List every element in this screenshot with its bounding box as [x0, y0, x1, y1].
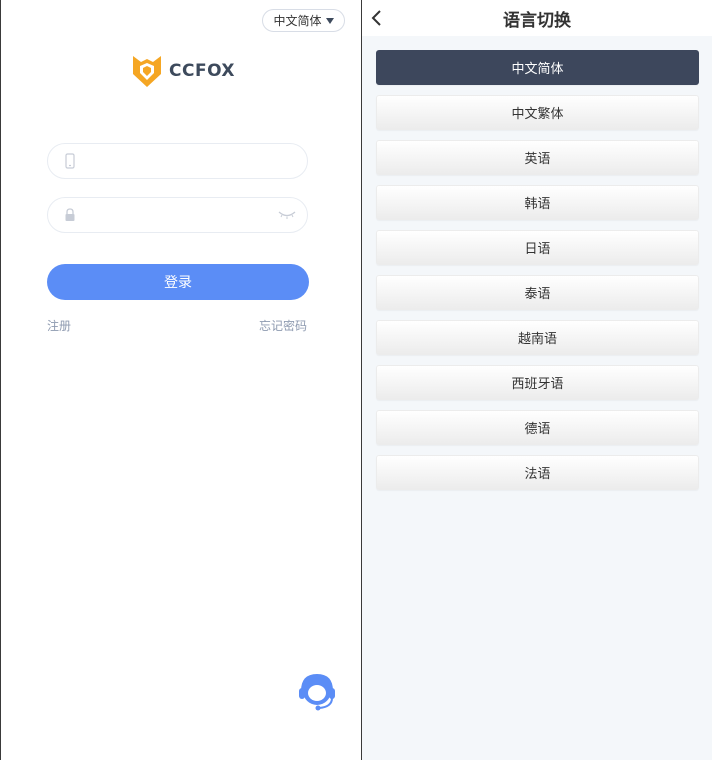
language-option-label: 日语 — [524, 242, 551, 257]
caret-down-icon — [325, 17, 334, 24]
phone-icon — [65, 153, 75, 169]
language-option-label: 韩语 — [524, 197, 551, 212]
fox-logo-icon — [133, 56, 161, 87]
language-option-label: 法语 — [524, 467, 551, 482]
page-title: 语言切换 — [503, 11, 571, 31]
phone-field[interactable] — [47, 143, 308, 179]
phone-input[interactable] — [84, 150, 268, 174]
login-screen: 中文简体 CCFOX 登录 注册 忘记密码 — [0, 0, 361, 760]
language-option-english[interactable]: 英语 — [376, 140, 699, 175]
eye-closed-icon[interactable] — [278, 210, 296, 220]
lock-icon — [65, 208, 75, 221]
register-link[interactable]: 注册 — [47, 317, 71, 334]
nav-bar: 语言切换 — [362, 0, 712, 36]
language-option-vietnamese[interactable]: 越南语 — [376, 320, 699, 355]
language-option-label: 中文简体 — [511, 62, 564, 77]
password-input[interactable] — [84, 204, 268, 228]
login-button[interactable]: 登录 — [47, 264, 309, 300]
logo: CCFOX — [132, 54, 235, 88]
language-option-label: 西班牙语 — [511, 377, 564, 392]
language-option-french[interactable]: 法语 — [376, 455, 699, 490]
language-switch-screen: 语言切换 中文简体 中文繁体 英语 韩语 日语 泰语 越南语 西班牙语 德语 法… — [362, 0, 712, 760]
language-option-korean[interactable]: 韩语 — [376, 185, 699, 220]
customer-service-icon[interactable] — [297, 671, 337, 713]
language-option-label: 英语 — [524, 152, 551, 167]
language-option-german[interactable]: 德语 — [376, 410, 699, 445]
language-option-label: 德语 — [524, 422, 551, 437]
password-field[interactable] — [47, 197, 308, 233]
forgot-password-link[interactable]: 忘记密码 — [259, 317, 307, 334]
language-selector-label: 中文简体 — [273, 14, 322, 28]
language-option-zh-hant[interactable]: 中文繁体 — [376, 95, 699, 130]
language-option-zh-hans[interactable]: 中文简体 — [376, 50, 699, 85]
language-list: 中文简体 中文繁体 英语 韩语 日语 泰语 越南语 西班牙语 德语 法语 — [376, 50, 699, 500]
language-option-label: 越南语 — [517, 332, 557, 347]
language-option-thai[interactable]: 泰语 — [376, 275, 699, 310]
language-option-label: 中文繁体 — [511, 107, 564, 122]
logo-text: CCFOX — [169, 61, 236, 81]
language-option-japanese[interactable]: 日语 — [376, 230, 699, 265]
language-option-spanish[interactable]: 西班牙语 — [376, 365, 699, 400]
language-selector[interactable]: 中文简体 — [262, 9, 345, 32]
language-option-label: 泰语 — [524, 287, 551, 302]
